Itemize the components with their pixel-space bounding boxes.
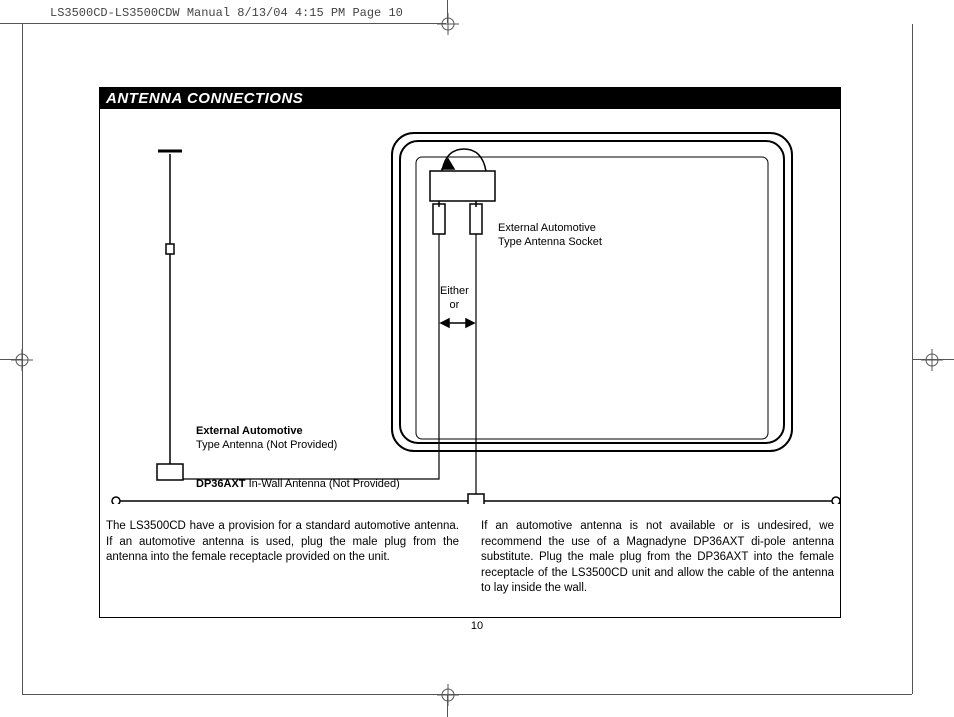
label-ext-auto-title: External Automotive bbox=[196, 425, 303, 437]
label-either-or: Either or bbox=[440, 285, 469, 313]
page-number: 10 bbox=[0, 620, 954, 632]
content-frame: ANTENNA CONNECTIONS bbox=[99, 87, 841, 618]
label-dp-sub: In-Wall Antenna (Not Provided) bbox=[246, 478, 400, 490]
registration-mark-icon bbox=[437, 684, 459, 706]
registration-mark-icon bbox=[11, 349, 33, 371]
registration-mark-icon bbox=[921, 349, 943, 371]
print-header: LS3500CD-LS3500CDW Manual 8/13/04 4:15 P… bbox=[50, 6, 403, 20]
crop-line bbox=[0, 23, 446, 24]
crop-line bbox=[22, 694, 912, 695]
body-col-right: If an automotive antenna is not availabl… bbox=[481, 519, 834, 597]
body-col-left: The LS3500CD have a provision for a stan… bbox=[106, 519, 459, 597]
section-title: ANTENNA CONNECTIONS bbox=[100, 88, 840, 109]
content-body: External Automotive Type Antenna Socket … bbox=[100, 109, 840, 617]
body-columns: The LS3500CD have a provision for a stan… bbox=[106, 519, 834, 597]
label-ext-auto-sub: Type Antenna (Not Provided) bbox=[196, 439, 337, 451]
label-dp36axt: DP36AXT In-Wall Antenna (Not Provided) bbox=[196, 478, 400, 492]
label-ext-auto: External Automotive Type Antenna (Not Pr… bbox=[196, 425, 337, 453]
registration-mark-icon bbox=[437, 13, 459, 35]
manual-page: LS3500CD-LS3500CDW Manual 8/13/04 4:15 P… bbox=[0, 0, 954, 717]
label-dp-title: DP36AXT bbox=[196, 478, 246, 490]
label-socket: External Automotive Type Antenna Socket bbox=[498, 222, 602, 250]
